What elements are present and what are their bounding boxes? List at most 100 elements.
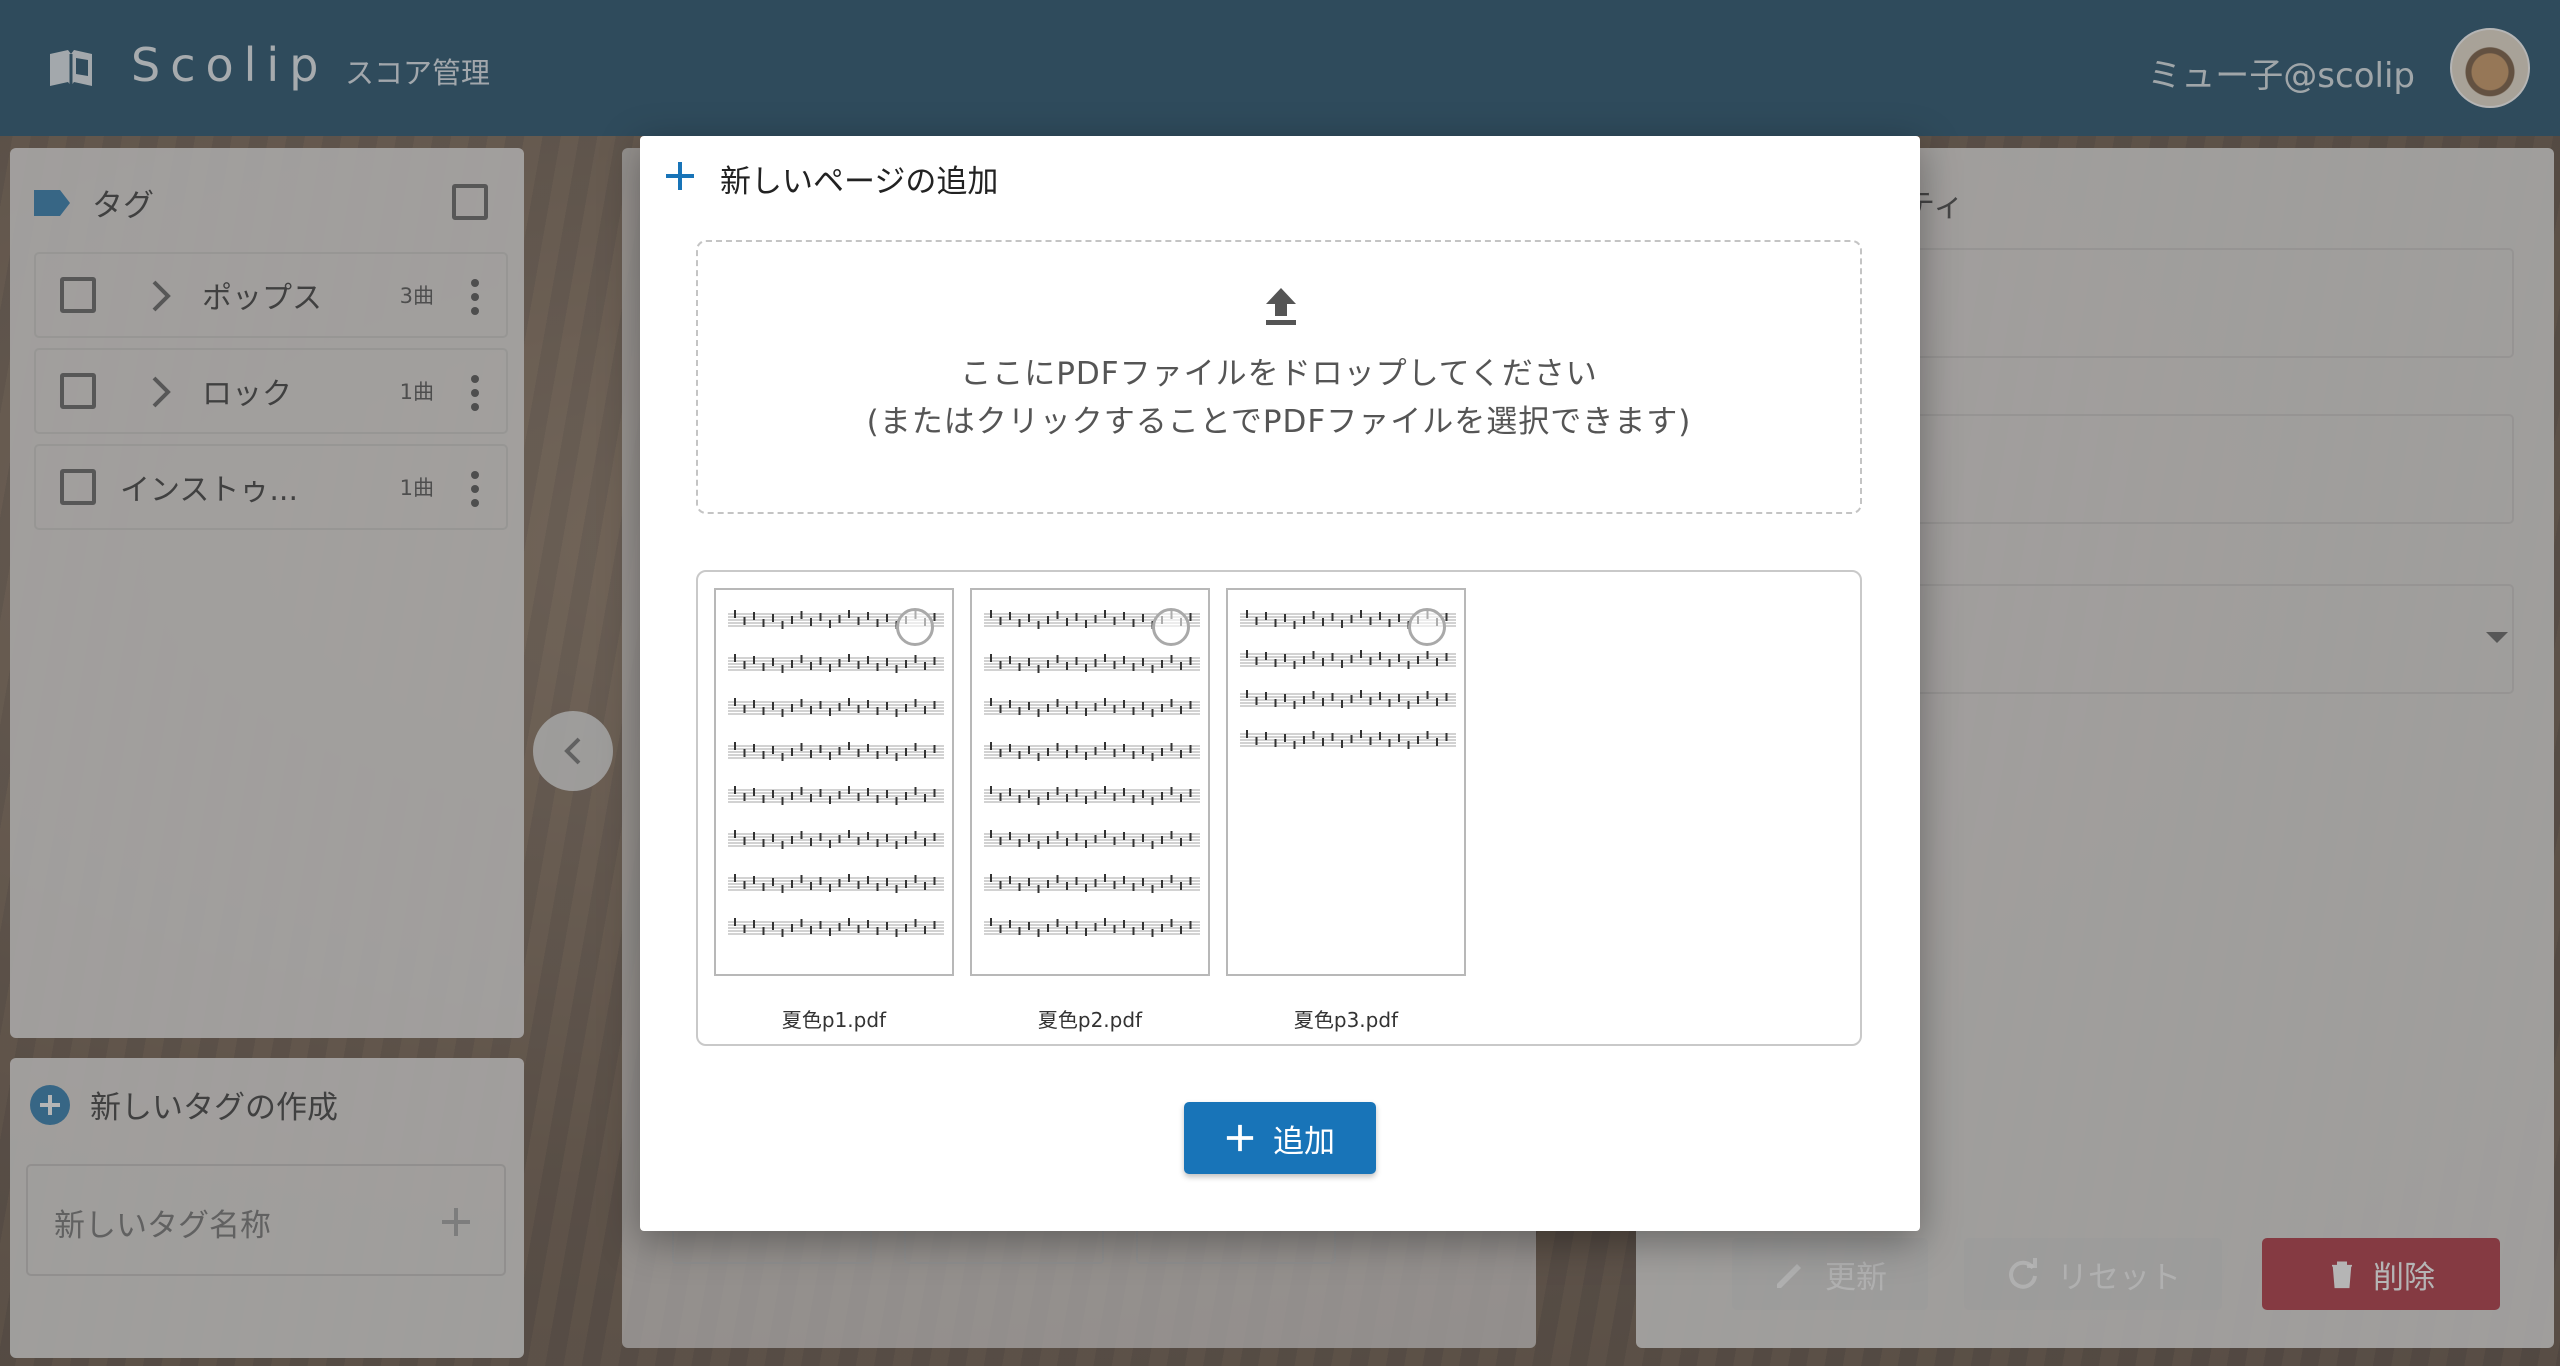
note-mark bbox=[1426, 651, 1429, 659]
pdf-thumbnail[interactable]: 夏色p2.pdf bbox=[970, 588, 1210, 1033]
note-mark bbox=[1009, 612, 1011, 620]
note-mark bbox=[1341, 700, 1343, 708]
note-mark bbox=[734, 830, 736, 838]
note-mark bbox=[1094, 791, 1097, 799]
note-mark bbox=[1056, 831, 1059, 839]
note-mark bbox=[1350, 735, 1353, 743]
note-mark bbox=[791, 792, 793, 800]
note-mark bbox=[1028, 702, 1030, 710]
pdf-file-name: 夏色p3.pdf bbox=[1293, 1008, 1399, 1032]
note-mark bbox=[990, 830, 992, 838]
select-circle[interactable] bbox=[896, 608, 934, 646]
note-mark bbox=[924, 882, 926, 890]
note-mark bbox=[1047, 660, 1049, 668]
note-mark bbox=[1180, 926, 1182, 934]
note-mark bbox=[800, 699, 803, 707]
note-mark bbox=[800, 875, 803, 883]
note-mark bbox=[1104, 918, 1106, 926]
note-mark bbox=[1246, 650, 1248, 658]
note-mark bbox=[1047, 792, 1049, 800]
note-mark bbox=[933, 657, 936, 665]
note-mark bbox=[1331, 613, 1334, 621]
note-mark bbox=[1104, 786, 1106, 794]
note-mark bbox=[762, 839, 765, 847]
note-mark bbox=[1417, 736, 1419, 744]
note-mark bbox=[914, 831, 917, 839]
note-mark bbox=[1388, 699, 1391, 707]
note-mark bbox=[867, 656, 869, 664]
note-mark bbox=[1066, 706, 1068, 714]
note-mark bbox=[1293, 701, 1296, 709]
note-mark bbox=[1132, 927, 1135, 935]
note-mark bbox=[838, 659, 841, 667]
note-mark bbox=[999, 749, 1002, 757]
note-mark bbox=[1123, 656, 1125, 664]
note-mark bbox=[1255, 617, 1258, 625]
note-mark bbox=[1180, 882, 1182, 890]
note-mark bbox=[772, 878, 774, 886]
note-mark bbox=[743, 925, 746, 933]
note-mark bbox=[1379, 612, 1381, 620]
note-mark bbox=[1246, 610, 1248, 618]
note-mark bbox=[1189, 789, 1192, 797]
note-mark bbox=[762, 883, 765, 891]
pdf-page-preview bbox=[1226, 588, 1466, 976]
note-mark bbox=[1246, 690, 1248, 698]
note-mark bbox=[1350, 695, 1353, 703]
note-mark bbox=[772, 614, 774, 622]
note-mark bbox=[886, 746, 888, 754]
note-mark bbox=[1113, 881, 1116, 889]
note-mark bbox=[1047, 704, 1049, 712]
note-mark bbox=[781, 709, 784, 717]
pdf-thumbnail[interactable]: 夏色p1.pdf bbox=[714, 588, 954, 1033]
note-mark bbox=[1151, 929, 1154, 937]
note-mark bbox=[829, 752, 831, 760]
note-mark bbox=[1189, 833, 1192, 841]
note-mark bbox=[905, 924, 907, 932]
note-mark bbox=[791, 836, 793, 844]
note-mark bbox=[1312, 731, 1315, 739]
add-button[interactable]: 追加 bbox=[1184, 1102, 1376, 1174]
note-mark bbox=[895, 841, 898, 849]
note-mark bbox=[990, 786, 992, 794]
note-mark bbox=[914, 875, 917, 883]
note-mark bbox=[819, 877, 822, 885]
note-mark bbox=[1085, 708, 1087, 716]
plus-icon bbox=[666, 162, 694, 190]
note-mark bbox=[781, 753, 784, 761]
note-mark bbox=[743, 793, 746, 801]
note-mark bbox=[1417, 656, 1419, 664]
note-mark bbox=[1151, 841, 1154, 849]
select-circle[interactable] bbox=[1152, 608, 1190, 646]
note-mark bbox=[933, 745, 936, 753]
pdf-dropzone[interactable]: ここにPDFファイルをドロップしてください (またはクリックすることでPDFファ… bbox=[696, 240, 1862, 514]
note-mark bbox=[791, 748, 793, 756]
dropzone-hint: (またはクリックすることでPDFファイルを選択できます) bbox=[866, 404, 1692, 440]
note-mark bbox=[829, 664, 831, 672]
note-mark bbox=[1056, 743, 1059, 751]
note-mark bbox=[848, 698, 850, 706]
note-mark bbox=[753, 788, 755, 796]
note-mark bbox=[1180, 750, 1182, 758]
note-mark bbox=[1028, 834, 1030, 842]
note-mark bbox=[753, 612, 755, 620]
note-mark bbox=[1293, 661, 1296, 669]
note-mark bbox=[1113, 793, 1116, 801]
note-mark bbox=[1398, 614, 1400, 622]
note-mark bbox=[1350, 615, 1353, 623]
note-mark bbox=[857, 881, 860, 889]
note-mark bbox=[1369, 697, 1372, 705]
note-mark bbox=[933, 613, 936, 621]
select-circle[interactable] bbox=[1408, 608, 1446, 646]
note-mark bbox=[1075, 789, 1078, 797]
note-mark bbox=[1189, 921, 1192, 929]
note-mark bbox=[781, 621, 784, 629]
upload-icon bbox=[1266, 288, 1296, 325]
note-mark bbox=[914, 787, 917, 795]
note-mark bbox=[1312, 691, 1315, 699]
pdf-thumbnail[interactable]: 夏色p3.pdf bbox=[1226, 588, 1466, 1033]
note-mark bbox=[1142, 922, 1144, 930]
note-mark bbox=[895, 885, 898, 893]
note-mark bbox=[743, 881, 746, 889]
note-mark bbox=[1170, 919, 1173, 927]
